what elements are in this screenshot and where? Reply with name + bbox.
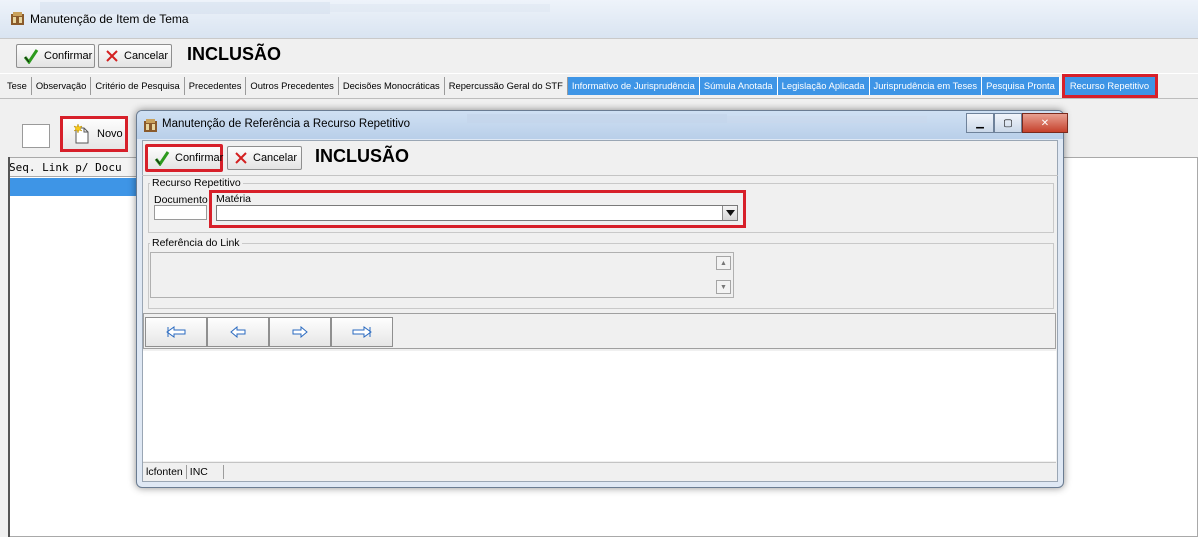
confirm-button-label: Confirmar bbox=[44, 50, 93, 62]
tab-outros-precedentes[interactable]: Outros Precedentes bbox=[246, 77, 339, 95]
first-arrow-icon bbox=[166, 326, 186, 338]
window-controls: ▁ ▢ ✕ bbox=[966, 113, 1068, 133]
scroll-down-icon: ▼ bbox=[720, 283, 727, 291]
referencia-link-textarea[interactable] bbox=[150, 252, 734, 298]
close-window-button[interactable]: ✕ bbox=[1022, 113, 1068, 133]
tab-criterio-de-pesquisa[interactable]: Critério de Pesquisa bbox=[91, 77, 185, 95]
dialog-mode-heading: INCLUSÃO bbox=[315, 146, 409, 166]
close-x-icon bbox=[234, 151, 248, 165]
main-toolbar bbox=[0, 38, 1198, 73]
last-arrow-icon bbox=[352, 326, 372, 338]
dialog-cancel-button[interactable]: Cancelar bbox=[227, 146, 302, 170]
minimize-button[interactable]: ▁ bbox=[966, 113, 994, 133]
dialog-confirm-button[interactable]: Confirmar bbox=[145, 144, 223, 172]
first-record-button[interactable] bbox=[145, 317, 207, 347]
checkmark-icon bbox=[154, 150, 170, 166]
grid-header-text: Seq. Link p/ Docu bbox=[9, 160, 122, 174]
tab-repercussao-geral-do-stf[interactable]: Repercussão Geral do STF bbox=[445, 77, 568, 95]
status-user: lcfonten bbox=[143, 464, 187, 479]
tab-sumula-anotada[interactable]: Súmula Anotada bbox=[699, 77, 778, 95]
tab-strip: Tese Observação Critério de Pesquisa Preced… bbox=[0, 74, 1198, 98]
maximize-button[interactable]: ▢ bbox=[994, 113, 1022, 133]
checkmark-icon bbox=[23, 48, 39, 64]
minimize-icon: ▁ bbox=[976, 117, 984, 129]
cancel-button[interactable]: Cancelar bbox=[98, 44, 172, 68]
scroll-up-button[interactable]: ▲ bbox=[716, 256, 731, 270]
maximize-icon: ▢ bbox=[1003, 117, 1013, 129]
close-icon: ✕ bbox=[1040, 117, 1050, 129]
materia-label: Matéria bbox=[216, 193, 252, 205]
chevron-down-icon bbox=[725, 210, 735, 216]
tab-decisoes-monocraticas[interactable]: Decisões Monocráticas bbox=[339, 77, 445, 95]
tab-recurso-repetitivo[interactable]: Recurso Repetitivo bbox=[1061, 74, 1159, 98]
prev-arrow-icon bbox=[230, 326, 246, 338]
dialog-cancel-label: Cancelar bbox=[253, 152, 298, 164]
documento-input[interactable] bbox=[154, 205, 207, 220]
recurso-repetitivo-group-label: Recurso Repetitivo bbox=[150, 177, 243, 189]
previous-record-button[interactable] bbox=[207, 317, 269, 347]
dialog-title: Manutenção de Referência a Recurso Repet… bbox=[162, 118, 411, 130]
referencia-link-group-label: Referência do Link bbox=[150, 237, 242, 249]
cancel-button-label: Cancelar bbox=[124, 50, 169, 62]
close-x-icon bbox=[105, 49, 119, 63]
scroll-down-button[interactable]: ▼ bbox=[716, 280, 731, 294]
next-record-button[interactable] bbox=[269, 317, 331, 347]
dialog-statusbar: lcfonten INC bbox=[143, 462, 1056, 480]
dialog-content-area bbox=[143, 351, 1056, 461]
confirm-button[interactable]: Confirmar bbox=[16, 44, 95, 68]
dialog-confirm-label: Confirmar bbox=[175, 152, 224, 164]
tab-precedentes[interactable]: Precedentes bbox=[185, 77, 247, 95]
main-window-title: Manutenção de Item de Tema bbox=[30, 12, 189, 26]
materia-dropdown-button[interactable] bbox=[722, 206, 737, 220]
app-icon bbox=[10, 11, 25, 26]
next-arrow-icon bbox=[292, 326, 308, 338]
tab-legislacao-aplicada[interactable]: Legislação Aplicada bbox=[777, 77, 870, 95]
new-button-label: Novo bbox=[97, 128, 123, 140]
tab-tese[interactable]: Tese bbox=[3, 77, 32, 95]
last-record-button[interactable] bbox=[331, 317, 393, 347]
grid-left-border bbox=[8, 157, 10, 537]
tab-observacao[interactable]: Observação bbox=[32, 77, 92, 95]
tab-jurisprudencia-em-teses[interactable]: Jurisprudência em Teses bbox=[869, 77, 983, 95]
new-button[interactable]: Novo bbox=[60, 116, 128, 152]
dialog-app-icon bbox=[143, 118, 158, 133]
scroll-up-icon: ▲ bbox=[720, 259, 727, 267]
status-mode: INC bbox=[187, 464, 224, 479]
mode-heading: INCLUSÃO bbox=[187, 44, 281, 64]
materia-select[interactable] bbox=[216, 205, 738, 221]
tab-informativo-de-jurisprudencia[interactable]: Informativo de Jurisprudência bbox=[567, 77, 700, 95]
tab-pesquisa-pronta[interactable]: Pesquisa Pronta bbox=[982, 77, 1060, 95]
new-document-icon bbox=[73, 124, 91, 144]
blank-toolbar-button[interactable] bbox=[22, 124, 50, 148]
